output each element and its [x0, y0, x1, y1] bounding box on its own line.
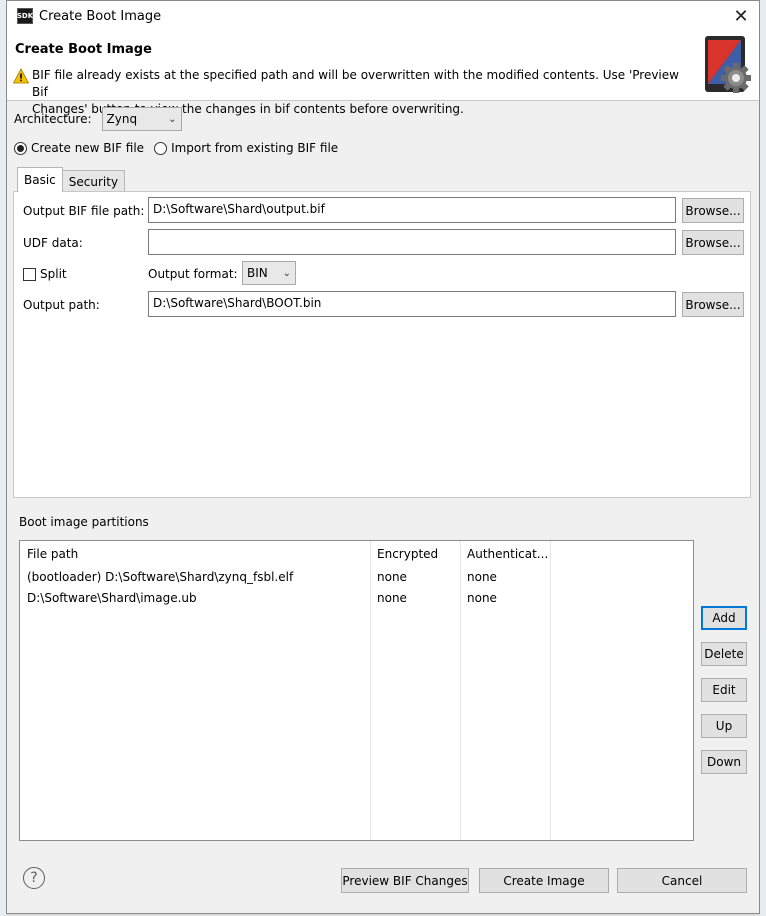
column-divider: [460, 541, 461, 840]
window-title: Create Boot Image: [39, 8, 162, 24]
dialog-header: Create Boot Image BIF file already exist…: [7, 31, 759, 116]
chevron-down-icon: ⌄: [282, 267, 291, 279]
create-image-button[interactable]: Create Image: [479, 868, 609, 893]
background-window-right-edge: [760, 0, 766, 916]
column-divider: [550, 541, 551, 840]
delete-partition-button[interactable]: Delete: [701, 642, 747, 666]
browse-udf-button[interactable]: Browse...: [682, 230, 744, 255]
output-bif-label: Output BIF file path:: [23, 204, 145, 218]
title-bar: SDK Create Boot Image ✕: [7, 1, 759, 31]
row-authentication: none: [467, 570, 497, 584]
chevron-down-icon: ⌄: [168, 113, 177, 125]
row-authentication: none: [467, 591, 497, 605]
create-new-bif-label: Create new BIF file: [31, 141, 145, 155]
row-encrypted: none: [377, 570, 407, 584]
column-header-authentication[interactable]: Authenticat...: [467, 547, 548, 561]
output-format-select[interactable]: BIN ⌄: [242, 261, 296, 285]
row-file-path: (bootloader) D:\Software\Shard\zynq_fsbl…: [27, 570, 294, 584]
architecture-label: Architecture:: [14, 112, 92, 126]
output-path-label: Output path:: [23, 298, 100, 312]
row-encrypted: none: [377, 591, 407, 605]
cancel-button[interactable]: Cancel: [617, 868, 747, 893]
udf-data-label: UDF data:: [23, 236, 83, 250]
architecture-select[interactable]: Zynq ⌄: [101, 107, 182, 131]
output-format-value: BIN: [247, 266, 268, 280]
partitions-table[interactable]: File path Encrypted Authenticat... (boot…: [19, 540, 694, 841]
tab-bar: Basic Security: [17, 167, 126, 192]
architecture-row: Architecture: Zynq ⌄: [14, 107, 182, 131]
bif-mode-group: Create new BIF file Import from existing…: [14, 141, 338, 155]
browse-output-bif-button[interactable]: Browse...: [682, 198, 744, 223]
move-down-button[interactable]: Down: [701, 750, 747, 774]
header-title: Create Boot Image: [15, 42, 152, 57]
warning-icon: [13, 68, 29, 84]
help-icon[interactable]: ?: [23, 867, 45, 889]
split-checkbox[interactable]: Split: [23, 267, 67, 281]
boot-image-partitions-label: Boot image partitions: [19, 515, 149, 529]
import-existing-bif-radio[interactable]: Import from existing BIF file: [154, 141, 338, 155]
boot-image-gear-icon: [705, 36, 751, 93]
import-existing-bif-label: Import from existing BIF file: [171, 141, 339, 155]
sdk-app-icon: SDK: [17, 8, 33, 24]
tab-security[interactable]: Security: [61, 170, 126, 192]
preview-bif-changes-button[interactable]: Preview BIF Changes: [341, 868, 469, 893]
move-up-button[interactable]: Up: [701, 714, 747, 738]
close-icon[interactable]: ✕: [731, 6, 751, 27]
split-checkbox-box: [23, 267, 36, 281]
create-new-bif-radio[interactable]: Create new BIF file: [14, 141, 144, 155]
create-boot-image-dialog: SDK Create Boot Image ✕ Create Boot Imag…: [6, 0, 760, 914]
split-label: Split: [40, 267, 67, 281]
output-format-label: Output format:: [148, 267, 238, 281]
edit-partition-button[interactable]: Edit: [701, 678, 747, 702]
architecture-value: Zynq: [106, 112, 138, 126]
column-header-file-path[interactable]: File path: [27, 547, 78, 561]
browse-output-path-button[interactable]: Browse...: [682, 292, 744, 317]
basic-tab-panel: Output BIF file path: D:\Software\Shard\…: [13, 191, 751, 498]
radio-selected-indicator: [14, 141, 27, 155]
output-bif-path-input[interactable]: D:\Software\Shard\output.bif: [148, 197, 676, 223]
output-path-input[interactable]: D:\Software\Shard\BOOT.bin: [148, 291, 676, 317]
warning-line-1: BIF file already exists at the specified…: [32, 68, 679, 99]
column-header-encrypted[interactable]: Encrypted: [377, 547, 438, 561]
udf-data-input[interactable]: [148, 229, 676, 255]
tab-basic[interactable]: Basic: [17, 167, 63, 192]
column-divider: [370, 541, 371, 840]
add-partition-button[interactable]: Add: [701, 606, 747, 630]
row-file-path: D:\Software\Shard\image.ub: [27, 591, 197, 605]
radio-unselected-indicator: [154, 141, 168, 155]
